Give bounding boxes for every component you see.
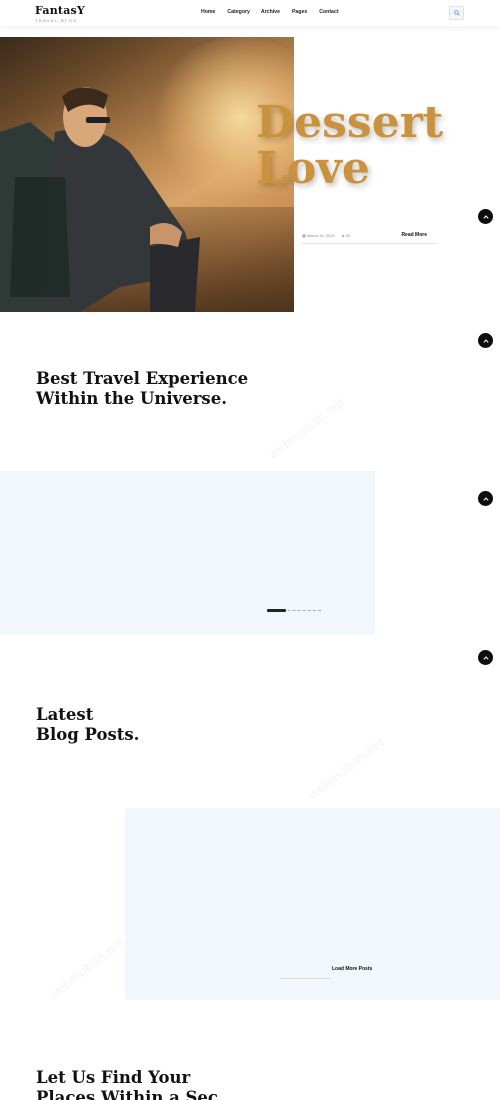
load-more-button[interactable]: Load More Posts — [332, 966, 372, 972]
main-nav: Home Category Archive Pages Contact — [201, 9, 351, 15]
hero-title-line1: Dessert — [256, 97, 444, 148]
chevron-up-icon — [482, 214, 489, 219]
slider-progress-fill — [267, 609, 286, 612]
site-logo[interactable]: FantasY TRAVEL BLOG — [35, 5, 85, 23]
watermark-text: webmoban.net — [305, 733, 387, 802]
load-more-underline — [280, 978, 330, 979]
brand-tagline: TRAVEL BLOG — [35, 18, 78, 23]
search-icon — [453, 10, 460, 16]
section-title-latest: Latest Blog Posts. — [36, 705, 139, 745]
section-title-line1: Let Us Find Your — [36, 1068, 191, 1087]
section-title-line2: Places Within a Sec — [36, 1088, 218, 1100]
brand-name: FantasY — [35, 4, 85, 17]
scroll-top-button[interactable] — [478, 491, 493, 506]
post-date: ▦ March 14, 2019 — [302, 233, 335, 238]
hero-title: Dessert Love — [256, 100, 443, 192]
chevron-up-icon — [482, 338, 489, 343]
blog-posts-panel — [125, 808, 500, 1000]
post-date-text: March 14, 2019 — [306, 233, 335, 238]
section-title-line1: Best Travel Experience — [36, 369, 249, 388]
chevron-up-icon — [482, 496, 489, 501]
scroll-top-button[interactable] — [478, 209, 493, 224]
section-title-find-places: Let Us Find Your Places Within a Sec — [36, 1068, 218, 1100]
nav-pages[interactable]: Pages — [292, 9, 307, 15]
post-meta: ▦ March 14, 2019 ● 05 Read More — [302, 230, 437, 244]
search-button[interactable] — [449, 6, 464, 20]
nav-category[interactable]: Category — [227, 9, 250, 15]
section-title-line1: Latest — [36, 705, 94, 724]
scroll-top-button[interactable] — [478, 333, 493, 348]
watermark-text: webmoban.net — [265, 393, 347, 462]
post-comments: ● 05 — [342, 233, 350, 238]
site-header: FantasY TRAVEL BLOG Home Category Archiv… — [0, 0, 500, 26]
section-title-line2: Blog Posts. — [36, 725, 140, 744]
scroll-top-button[interactable] — [478, 650, 493, 665]
nav-archive[interactable]: Archive — [261, 9, 280, 15]
section-title-best-travel: Best Travel Experience Within the Univer… — [36, 369, 248, 409]
hero-title-line2: Love — [256, 143, 370, 194]
nav-home[interactable]: Home — [201, 9, 215, 15]
read-more-link[interactable]: Read More — [401, 232, 427, 238]
nav-contact[interactable]: Contact — [319, 9, 338, 15]
traveler-figure — [0, 87, 200, 312]
watermark-text: webmoban.net — [45, 933, 127, 1002]
hero-image — [0, 37, 294, 312]
comment-count: 05 — [345, 233, 350, 238]
chevron-up-icon — [482, 655, 489, 660]
section-title-line2: Within the Universe. — [36, 389, 227, 408]
